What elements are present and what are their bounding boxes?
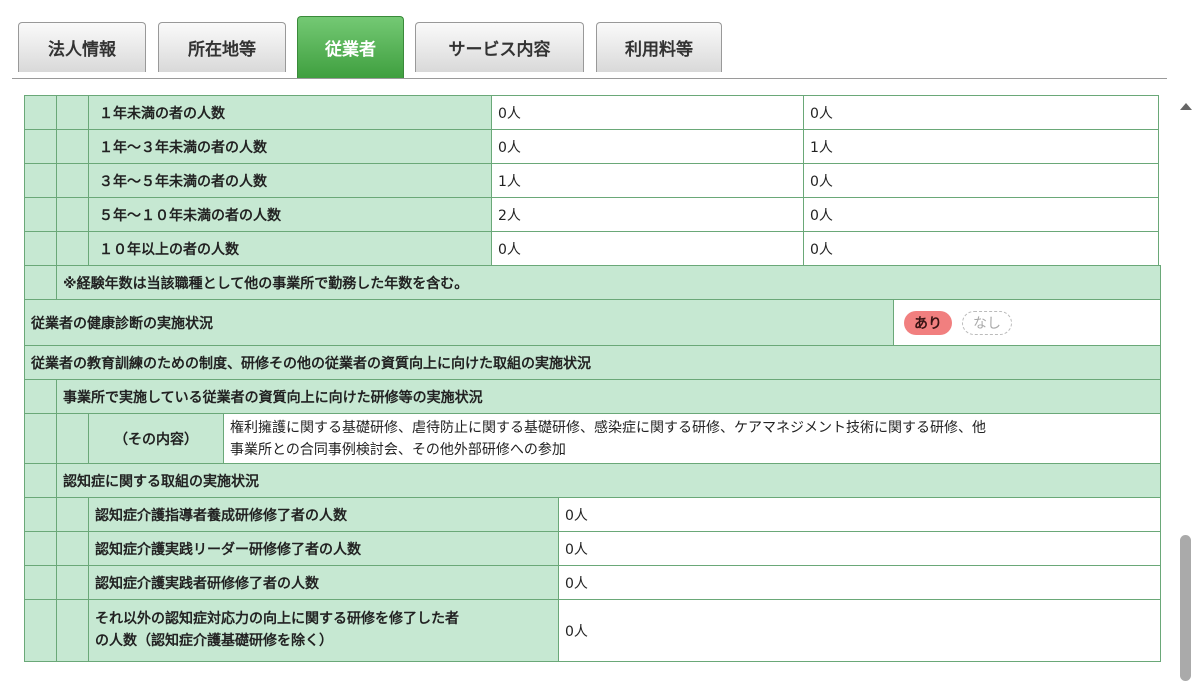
table-row: ※経験年数は当該職種として他の事業所で勤務した年数を含む。	[24, 265, 1161, 300]
tab-service-content[interactable]: サービス内容	[415, 22, 584, 72]
training-content-label: （その内容）	[88, 413, 224, 464]
tab-staff[interactable]: 従業者	[297, 16, 404, 78]
table-row: １０年以上の者の人数 0人 0人	[24, 231, 1159, 266]
dementia-value: 0人	[558, 565, 1161, 600]
experience-label: ５年～１０年未満の者の人数	[88, 197, 492, 232]
experience-label: １年未満の者の人数	[88, 95, 492, 130]
tab-location[interactable]: 所在地等	[158, 22, 286, 72]
experience-value-1: 1人	[491, 163, 804, 198]
table-row: １年未満の者の人数 0人 0人	[24, 95, 1159, 130]
table-row: 認知症介護実践リーダー研修修了者の人数 0人	[24, 531, 1161, 566]
dementia-value: 0人	[558, 497, 1161, 532]
scrollbar-thumb[interactable]	[1180, 535, 1191, 681]
experience-value-2: 1人	[803, 129, 1159, 164]
experience-value-2: 0人	[803, 95, 1159, 130]
table-row: 従業者の教育訓練のための制度、研修その他の従業者の資質向上に向けた取組の実施状況	[24, 345, 1161, 380]
health-check-label: 従業者の健康診断の実施状況	[24, 299, 894, 346]
dementia-value: 0人	[558, 531, 1161, 566]
tab-bar: 法人情報 所在地等 従業者 サービス内容 利用料等	[0, 0, 1200, 80]
table-row: （その内容） 権利擁護に関する基礎研修、虐待防止に関する基礎研修、感染症に関する…	[24, 413, 1161, 464]
training-content-value: 権利擁護に関する基礎研修、虐待防止に関する基礎研修、感染症に関する研修、ケアマネ…	[223, 413, 1161, 464]
experience-label: １０年以上の者の人数	[88, 231, 492, 266]
table-row: 認知症介護実践者研修修了者の人数 0人	[24, 565, 1161, 600]
experience-value-2: 0人	[803, 197, 1159, 232]
content-scroll-area[interactable]: １年未満の者の人数 0人 0人 １年～３年未満の者の人数 0人 1人 ３年～５年…	[0, 90, 1175, 688]
table-row: １年～３年未満の者の人数 0人 1人	[24, 129, 1159, 164]
health-check-status: あり なし	[893, 299, 1161, 346]
dementia-label-other: それ以外の認知症対応力の向上に関する研修を修了した者 の人数（認知症介護基礎研修…	[88, 599, 559, 662]
status-badge-yes: あり	[904, 310, 952, 335]
training-section-title: 従業者の教育訓練のための制度、研修その他の従業者の資質向上に向けた取組の実施状況	[24, 345, 1161, 380]
experience-value-1: 2人	[491, 197, 804, 232]
scroll-up-arrow-icon[interactable]	[1180, 103, 1192, 110]
experience-value-2: 0人	[803, 163, 1159, 198]
dementia-label: 認知症介護指導者養成研修修了者の人数	[88, 497, 559, 532]
table-row: ３年～５年未満の者の人数 1人 0人	[24, 163, 1159, 198]
tab-corporate-info[interactable]: 法人情報	[18, 22, 146, 72]
table-row: 認知症介護指導者養成研修修了者の人数 0人	[24, 497, 1161, 532]
status-badge-no: なし	[962, 310, 1012, 335]
dementia-label: 認知症介護実践リーダー研修修了者の人数	[88, 531, 559, 566]
experience-value-1: 0人	[491, 129, 804, 164]
dementia-label: 認知症介護実践者研修修了者の人数	[88, 565, 559, 600]
tab-fees[interactable]: 利用料等	[596, 22, 722, 72]
experience-value-1: 0人	[491, 95, 804, 130]
experience-label: ３年～５年未満の者の人数	[88, 163, 492, 198]
table-row: 事業所で実施している従業者の資質向上に向けた研修等の実施状況	[24, 379, 1161, 414]
table-row: 認知症に関する取組の実施状況	[24, 463, 1161, 498]
training-sub-title: 事業所で実施している従業者の資質向上に向けた研修等の実施状況	[56, 379, 1161, 414]
table-row: ５年～１０年未満の者の人数 2人 0人	[24, 197, 1159, 232]
tab-divider	[12, 78, 1167, 79]
experience-value-1: 0人	[491, 231, 804, 266]
experience-note: ※経験年数は当該職種として他の事業所で勤務した年数を含む。	[56, 265, 1161, 300]
dementia-title: 認知症に関する取組の実施状況	[56, 463, 1161, 498]
experience-value-2: 0人	[803, 231, 1159, 266]
table-row: それ以外の認知症対応力の向上に関する研修を修了した者 の人数（認知症介護基礎研修…	[24, 599, 1161, 662]
experience-label: １年～３年未満の者の人数	[88, 129, 492, 164]
dementia-value: 0人	[558, 599, 1161, 662]
table-row: 従業者の健康診断の実施状況 あり なし	[24, 299, 1161, 346]
